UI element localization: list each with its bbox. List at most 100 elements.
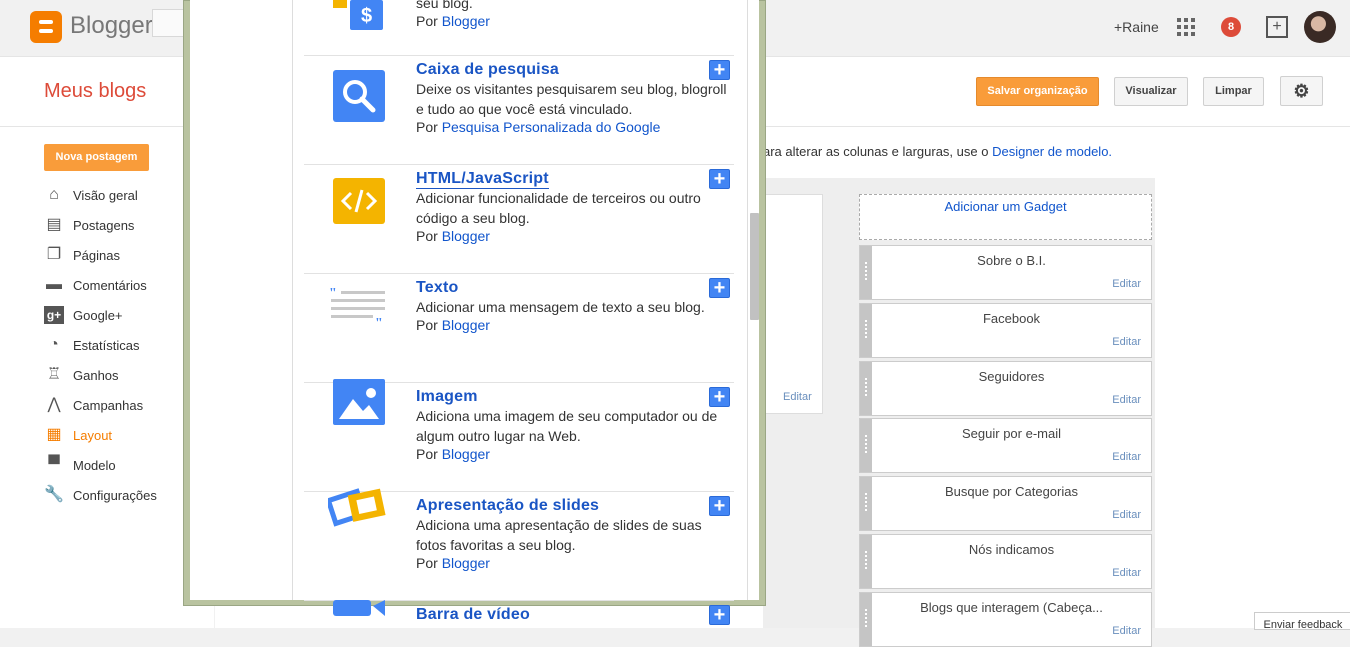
search-icon: [333, 70, 385, 125]
sidebar-item-label: Configurações: [73, 488, 157, 503]
layout-widget[interactable]: Blogs que interagem (Cabeça... Editar: [859, 591, 1152, 647]
gear-icon: ⚙: [1293, 81, 1310, 101]
sidebar-item-label: Páginas: [73, 248, 120, 263]
gadget-desc: Adicionar uma mensagem de texto a seu bl…: [416, 299, 705, 315]
blogger-logo-text[interactable]: Blogger: [70, 12, 153, 40]
notifications-badge[interactable]: 8: [1221, 17, 1241, 37]
layout-widget[interactable]: Nós indicamos Editar: [859, 534, 1152, 589]
gadget-separator: [304, 55, 734, 56]
add-gadget-plus-button[interactable]: +: [709, 496, 730, 516]
drag-handle-icon[interactable]: [860, 535, 872, 588]
google-plus-icon: g+: [44, 306, 64, 324]
add-gadget-plus-button[interactable]: +: [709, 60, 730, 80]
dialog-scrollbar-thumb[interactable]: [750, 213, 759, 320]
send-feedback-button[interactable]: Enviar feedback: [1254, 612, 1350, 630]
add-gadget-plus-button[interactable]: +: [709, 605, 730, 625]
add-gadget-plus-button[interactable]: +: [709, 278, 730, 298]
sidebar-item-label: Postagens: [73, 218, 135, 233]
widget-title: Seguir por e-mail: [962, 426, 1061, 442]
svg-text:": ": [375, 316, 383, 327]
drag-handle-icon[interactable]: [860, 477, 872, 531]
gadget-author-link[interactable]: Blogger: [442, 228, 490, 244]
drag-handle-icon[interactable]: [860, 419, 872, 473]
sidebar-item-label: Comentários: [73, 278, 147, 293]
drag-handle-icon[interactable]: [860, 303, 872, 357]
gadget-author-link[interactable]: Blogger: [442, 317, 490, 333]
save-layout-button[interactable]: Salvar organização: [976, 77, 1099, 106]
drag-handle-icon[interactable]: [860, 361, 872, 415]
gadget-desc: Adiciona uma imagem de seu computador ou…: [416, 408, 718, 444]
gadget-title[interactable]: Texto: [416, 279, 458, 297]
home-icon: ⌂: [49, 186, 59, 203]
html-code-icon: [333, 178, 385, 227]
gadget-by: Por Blogger: [416, 555, 490, 571]
gadget-by: Por Blogger: [416, 317, 490, 333]
widget-edit-link[interactable]: Editar: [1112, 336, 1141, 348]
gadget-author-link[interactable]: Blogger: [442, 13, 490, 29]
pages-icon: ❐: [46, 246, 62, 263]
drag-handle-icon[interactable]: [860, 246, 872, 299]
svg-text:": ": [329, 287, 337, 301]
sidebar-item-label: Estatísticas: [73, 338, 140, 353]
user-name-link[interactable]: +Raine: [1114, 19, 1159, 35]
paint-roller-icon: ▀: [48, 456, 60, 473]
gadget-desc: seu blog.: [416, 0, 473, 11]
page-title[interactable]: Meus blogs: [44, 80, 146, 103]
gadget-author-link[interactable]: Pesquisa Personalizada do Google: [442, 119, 661, 135]
layout-widget[interactable]: Seguidores Editar: [859, 360, 1152, 416]
gadget-title[interactable]: Imagem: [416, 388, 478, 406]
text-quote-icon: " ": [329, 286, 387, 331]
layout-widget[interactable]: Seguir por e-mail Editar: [859, 418, 1152, 474]
sidebar-item-label: Modelo: [73, 458, 116, 473]
trophy-icon: ♖: [46, 366, 62, 383]
sidebar-item-label: Google+: [73, 308, 123, 323]
gadget-by: Por Blogger: [416, 13, 490, 29]
svg-text:$: $: [361, 5, 372, 27]
add-gadget-plus-button[interactable]: +: [709, 169, 730, 189]
layout-widget[interactable]: Facebook Editar: [859, 302, 1152, 358]
gadget-separator: [304, 273, 734, 274]
main-column: [763, 194, 823, 414]
widget-edit-link[interactable]: Editar: [1112, 567, 1141, 579]
add-gadget-link[interactable]: Adicionar um Gadget: [859, 199, 1152, 214]
layout-widget[interactable]: Sobre o B.I. Editar: [859, 245, 1152, 300]
widget-edit-link[interactable]: Editar: [1112, 451, 1141, 463]
gadget-title[interactable]: Apresentação de slides: [416, 497, 599, 515]
gadget-title[interactable]: HTML/JavaScript: [416, 170, 549, 189]
widget-title: Facebook: [982, 310, 1041, 326]
template-designer-link[interactable]: Designer de modelo.: [992, 144, 1112, 159]
adsense-dollar-icon: $: [333, 0, 385, 32]
drag-handle-icon[interactable]: [860, 592, 872, 646]
layout-widget[interactable]: Busque por Categorias Editar: [859, 476, 1152, 532]
gadget-author-link[interactable]: Blogger: [442, 446, 490, 462]
apps-grid-icon[interactable]: [1177, 18, 1195, 36]
dialog-divider-right: [747, 0, 748, 600]
widget-title: Busque por Categorias: [945, 484, 1078, 500]
widget-edit-link[interactable]: Editar: [1112, 509, 1141, 521]
widget-edit-link[interactable]: Editar: [1112, 394, 1141, 406]
sidebar-item-label: Visão geral: [73, 188, 138, 203]
video-bar-icon: [333, 596, 385, 619]
gadget-desc: Deixe os visitantes pesquisarem seu blog…: [416, 81, 727, 117]
new-post-button[interactable]: Nova postagem: [44, 144, 149, 171]
main-column-edit-link[interactable]: Editar: [783, 391, 812, 403]
gadget-by: Por Blogger: [416, 228, 490, 244]
add-gadget-plus-button[interactable]: +: [709, 387, 730, 407]
dialog-divider: [292, 0, 293, 600]
gadget-title[interactable]: Barra de vídeo: [416, 606, 530, 624]
preview-button[interactable]: Visualizar: [1114, 77, 1188, 106]
settings-gear-button[interactable]: ⚙: [1280, 76, 1323, 106]
stats-icon: ◔: [49, 336, 59, 353]
clear-button[interactable]: Limpar: [1203, 77, 1264, 106]
share-plus-icon[interactable]: +: [1266, 16, 1288, 38]
widget-title: Blogs que interagem (Cabeça...: [920, 599, 1103, 615]
widget-edit-link[interactable]: Editar: [1112, 278, 1141, 290]
avatar[interactable]: [1304, 11, 1336, 43]
gadget-title[interactable]: Caixa de pesquisa: [416, 61, 559, 79]
widget-edit-link[interactable]: Editar: [1112, 625, 1141, 637]
gadget-separator: [304, 164, 734, 165]
blogger-logo-icon[interactable]: [30, 11, 62, 43]
gadget-by: Por Pesquisa Personalizada do Google: [416, 119, 661, 135]
gadget-author-link[interactable]: Blogger: [442, 555, 490, 571]
widget-title: Seguidores: [978, 368, 1045, 384]
